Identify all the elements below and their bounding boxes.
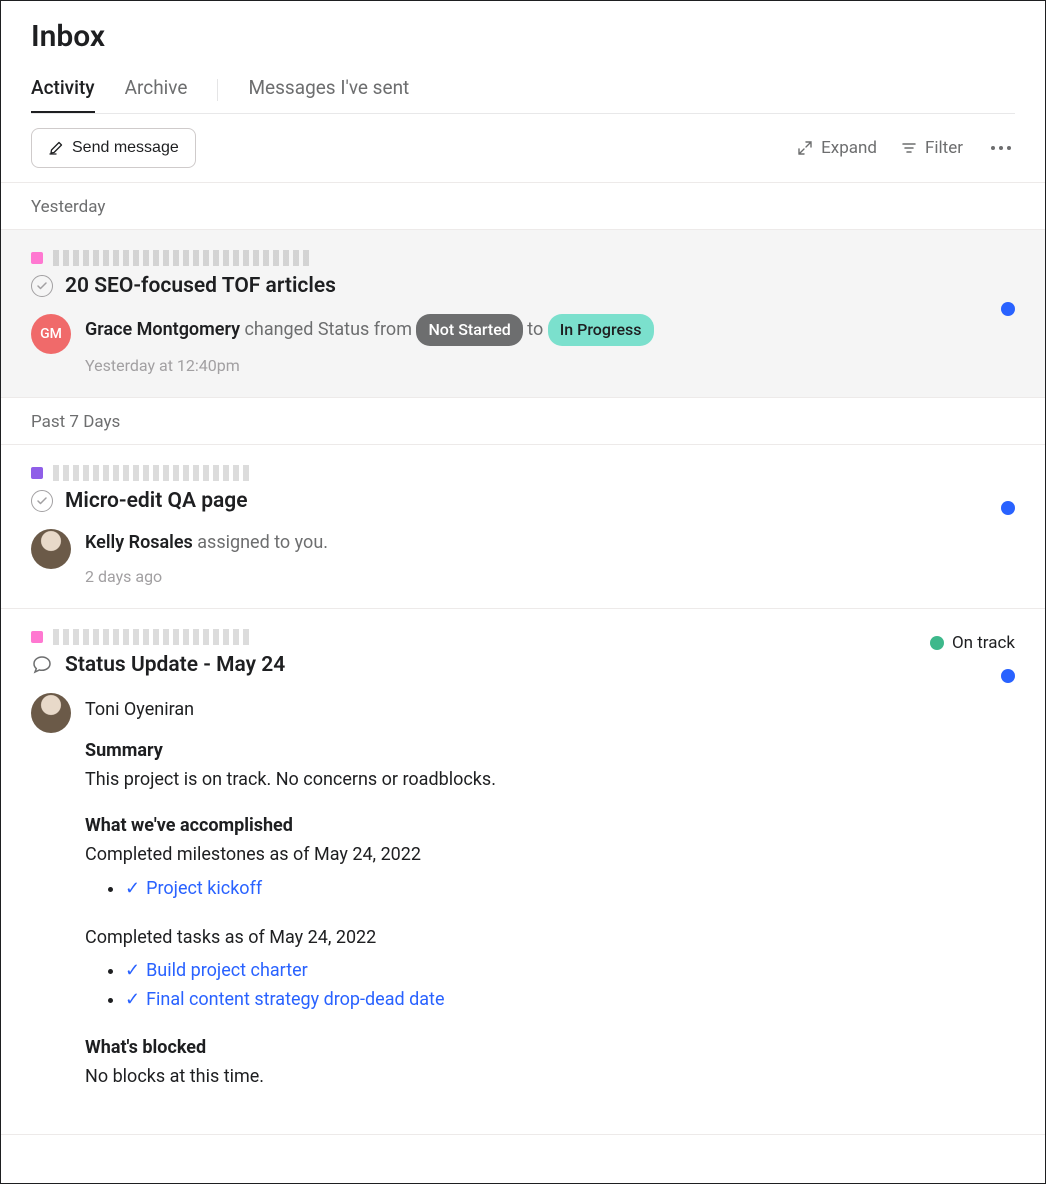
activity-text: Grace Montgomery changed Status from Not… bbox=[85, 314, 1015, 346]
project-color-icon bbox=[31, 252, 43, 264]
task-title: Status Update - May 24 bbox=[65, 653, 285, 677]
summary-heading: Summary bbox=[85, 740, 1015, 761]
summary-text: This project is on track. No concerns or… bbox=[85, 767, 1015, 793]
avatar bbox=[31, 693, 71, 733]
list-item: ✓ Final content strategy drop-dead date bbox=[125, 986, 1015, 1015]
more-options-button[interactable] bbox=[987, 142, 1015, 154]
project-name-redacted bbox=[53, 250, 313, 266]
milestone-link[interactable]: Project kickoff bbox=[146, 878, 262, 899]
task-check-icon[interactable] bbox=[31, 275, 53, 297]
task-title: 20 SEO-focused TOF articles bbox=[65, 274, 336, 298]
list-item: ✓ Project kickoff bbox=[125, 875, 1015, 904]
status-pill-from: Not Started bbox=[416, 314, 522, 346]
tabs: Activity Archive Messages I've sent bbox=[31, 66, 1015, 114]
filter-label: Filter bbox=[925, 138, 963, 158]
filter-icon bbox=[901, 140, 917, 156]
status-badge: On track bbox=[930, 633, 1015, 653]
check-icon: ✓ bbox=[125, 960, 140, 981]
notification-item[interactable]: Micro-edit QA page Kelly Rosales assigne… bbox=[1, 445, 1045, 610]
avatar bbox=[31, 529, 71, 569]
dot-icon bbox=[999, 146, 1003, 150]
unread-indicator bbox=[1001, 501, 1015, 515]
compose-icon bbox=[48, 140, 64, 156]
toolbar: Send message Expand Filter bbox=[1, 114, 1045, 183]
blocked-heading: What's blocked bbox=[85, 1037, 1015, 1058]
update-author: Toni Oyeniran bbox=[85, 699, 1015, 720]
status-dot-icon bbox=[930, 636, 944, 650]
tab-messages-sent[interactable]: Messages I've sent bbox=[248, 66, 409, 113]
tab-divider bbox=[217, 79, 218, 101]
page-title: Inbox bbox=[31, 19, 1015, 54]
project-name-redacted bbox=[53, 629, 253, 645]
section-past7: Past 7 Days bbox=[1, 398, 1045, 445]
project-color-icon bbox=[31, 467, 43, 479]
dot-icon bbox=[991, 146, 995, 150]
tab-activity[interactable]: Activity bbox=[31, 66, 95, 113]
filter-button[interactable]: Filter bbox=[901, 138, 963, 158]
project-color-icon bbox=[31, 631, 43, 643]
check-icon: ✓ bbox=[125, 989, 140, 1010]
expand-icon bbox=[797, 140, 813, 156]
task-title: Micro-edit QA page bbox=[65, 489, 248, 513]
project-name-redacted bbox=[53, 465, 253, 481]
notification-item[interactable]: On track Status Update - May 24 Toni Oye… bbox=[1, 609, 1045, 1135]
task-check-icon[interactable] bbox=[31, 490, 53, 512]
send-message-label: Send message bbox=[72, 139, 179, 157]
section-yesterday: Yesterday bbox=[1, 183, 1045, 230]
send-message-button[interactable]: Send message bbox=[31, 128, 196, 168]
unread-indicator bbox=[1001, 302, 1015, 316]
check-icon: ✓ bbox=[125, 878, 140, 899]
status-pill-to: In Progress bbox=[548, 314, 654, 346]
blocked-text: No blocks at this time. bbox=[85, 1064, 1015, 1090]
milestones-label: Completed milestones as of May 24, 2022 bbox=[85, 842, 1015, 868]
task-link[interactable]: Final content strategy drop-dead date bbox=[146, 989, 444, 1010]
expand-button[interactable]: Expand bbox=[797, 138, 877, 158]
accomplished-heading: What we've accomplished bbox=[85, 815, 1015, 836]
activity-text: Kelly Rosales assigned to you. bbox=[85, 529, 1015, 558]
expand-label: Expand bbox=[821, 138, 877, 158]
comment-icon bbox=[31, 654, 53, 676]
unread-indicator bbox=[1001, 669, 1015, 683]
tasks-label: Completed tasks as of May 24, 2022 bbox=[85, 925, 1015, 951]
list-item: ✓ Build project charter bbox=[125, 957, 1015, 986]
timestamp: Yesterday at 12:40pm bbox=[85, 356, 1015, 375]
task-link[interactable]: Build project charter bbox=[146, 960, 308, 981]
dot-icon bbox=[1007, 146, 1011, 150]
timestamp: 2 days ago bbox=[85, 567, 1015, 586]
avatar: GM bbox=[31, 314, 71, 354]
notification-item[interactable]: 20 SEO-focused TOF articles GM Grace Mon… bbox=[1, 230, 1045, 398]
tab-archive[interactable]: Archive bbox=[125, 66, 188, 113]
